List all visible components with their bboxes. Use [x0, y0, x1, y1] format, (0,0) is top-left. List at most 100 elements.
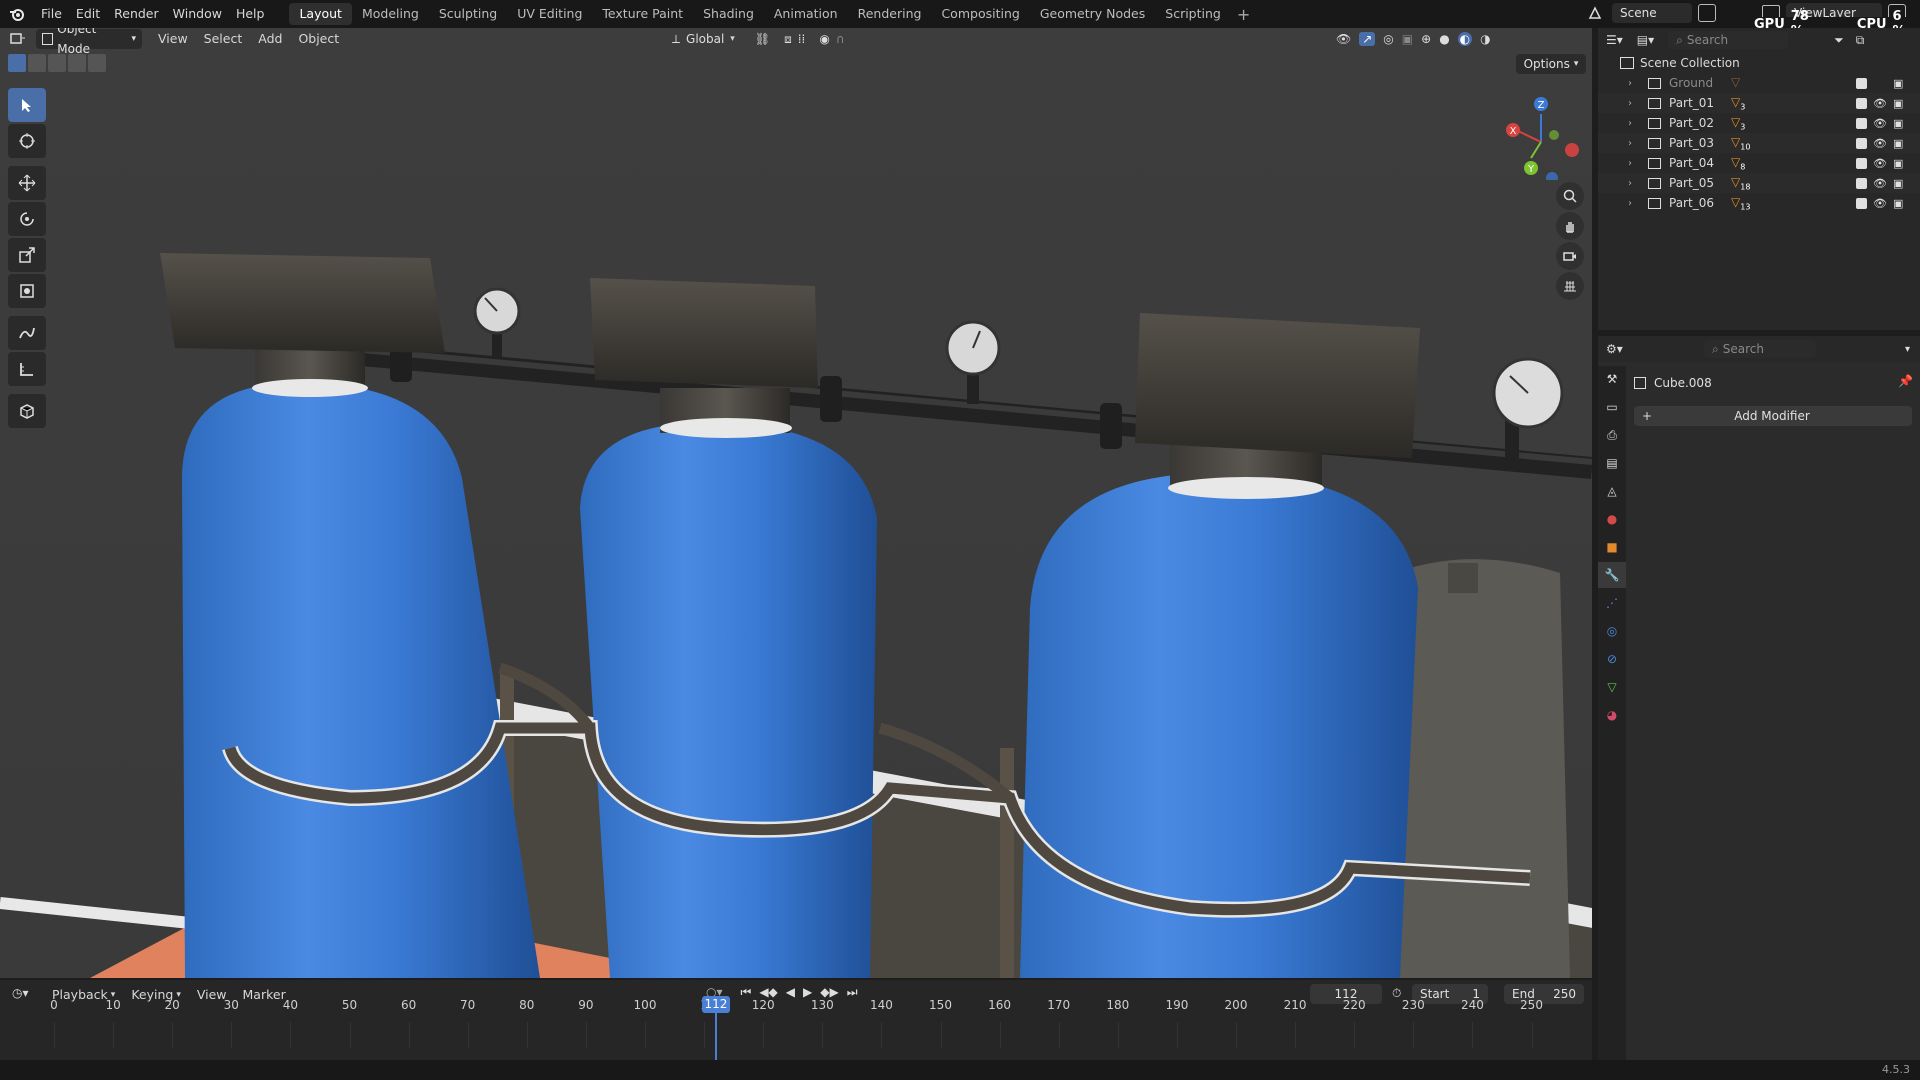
solid-shading-icon[interactable]: ●: [1439, 32, 1449, 46]
tab-sculpting[interactable]: Sculpting: [429, 3, 507, 25]
move-tool-icon[interactable]: [8, 166, 46, 200]
new-collection-icon[interactable]: ⧉: [1856, 33, 1865, 48]
pan-hand-icon[interactable]: [1556, 212, 1584, 240]
menu-help[interactable]: Help: [229, 0, 272, 28]
outliner-item[interactable]: › Part_03 ▽10 👁 ▣: [1598, 133, 1920, 153]
display-mode-icon[interactable]: ▤▾: [1637, 33, 1654, 47]
output-tab-icon[interactable]: ⎙: [1598, 422, 1626, 448]
properties-editor-icon[interactable]: ⚙▾: [1606, 342, 1623, 356]
tab-geometry-nodes[interactable]: Geometry Nodes: [1030, 3, 1155, 25]
filter-icon[interactable]: ⏷: [1834, 33, 1844, 48]
transform-orientation-dropdown[interactable]: Global: [686, 32, 724, 46]
expand-chevron-icon[interactable]: ›: [1628, 78, 1640, 89]
editor-type-icon[interactable]: [0, 28, 36, 50]
select-extend-icon[interactable]: [28, 54, 46, 72]
scene-collection-row[interactable]: Scene Collection: [1598, 53, 1920, 73]
tab-texture-paint[interactable]: Texture Paint: [592, 3, 693, 25]
pin-icon[interactable]: 📌: [1898, 374, 1913, 388]
outliner-search-input[interactable]: ⌕ Search: [1668, 31, 1789, 49]
data-tab-icon[interactable]: ▽: [1598, 674, 1626, 700]
camera-icon[interactable]: ▣: [1893, 77, 1903, 90]
scene-selector[interactable]: Scene: [1612, 3, 1692, 23]
outliner-item[interactable]: › Part_02 ▽3 👁 ▣: [1598, 113, 1920, 133]
menu-edit[interactable]: Edit: [69, 0, 107, 28]
navigation-gizmo[interactable]: Z X Y: [1496, 90, 1586, 180]
select-tool-icon[interactable]: [8, 88, 46, 122]
particles-tab-icon[interactable]: ⋰: [1598, 590, 1626, 616]
physics-tab-icon[interactable]: ◎: [1598, 618, 1626, 644]
scale-tool-icon[interactable]: [8, 238, 46, 272]
rendered-shading-icon[interactable]: ◑: [1480, 32, 1490, 46]
gizmo-neg-x[interactable]: [1565, 143, 1579, 157]
add-workspace-button[interactable]: +: [1231, 5, 1256, 24]
view-layer-tab-icon[interactable]: ▤: [1598, 450, 1626, 476]
outliner-editor-icon[interactable]: ☰▾: [1606, 33, 1623, 47]
exclude-checkbox[interactable]: [1856, 97, 1867, 109]
modifier-tab-icon[interactable]: 🔧: [1598, 562, 1626, 588]
tab-layout[interactable]: Layout: [289, 3, 352, 25]
material-tab-icon[interactable]: ◕: [1598, 702, 1626, 728]
scene-icon[interactable]: [1584, 3, 1606, 23]
menu-window[interactable]: Window: [166, 0, 229, 28]
perspective-toggle-icon[interactable]: [1556, 272, 1584, 300]
visibility-icon[interactable]: 👁: [1336, 32, 1351, 46]
cursor-tool-icon[interactable]: [8, 124, 46, 158]
expand-chevron-icon[interactable]: ›: [1628, 158, 1640, 169]
scene-render[interactable]: [0, 28, 1592, 978]
outliner-item[interactable]: › Part_05 ▽18 👁 ▣: [1598, 173, 1920, 193]
gizmo-neg-y[interactable]: [1549, 130, 1559, 140]
exclude-checkbox[interactable]: [1856, 177, 1867, 189]
properties-search-input[interactable]: ⌕ Search: [1704, 340, 1816, 358]
viewport-menu-select[interactable]: Select: [196, 28, 251, 50]
camera-icon[interactable]: ▣: [1893, 177, 1903, 190]
mode-selector[interactable]: Object Mode ▾: [36, 28, 142, 56]
snap-icon[interactable]: ⧈: [784, 32, 792, 47]
outliner-item[interactable]: › Part_04 ▽8 👁 ▣: [1598, 153, 1920, 173]
snap-target-icon[interactable]: ⁞⁞: [798, 32, 806, 46]
eye-icon[interactable]: 👁: [1873, 137, 1887, 150]
tool-tab-icon[interactable]: ⚒: [1598, 366, 1626, 392]
wireframe-shading-icon[interactable]: ⊕: [1421, 32, 1431, 46]
world-tab-icon[interactable]: ●: [1598, 506, 1626, 532]
camera-icon[interactable]: ▣: [1893, 197, 1903, 210]
expand-chevron-icon[interactable]: ›: [1628, 118, 1640, 129]
add-cube-tool-icon[interactable]: [8, 394, 46, 428]
outliner-item[interactable]: › Part_01 ▽3 👁 ▣: [1598, 93, 1920, 113]
camera-icon[interactable]: ▣: [1893, 117, 1903, 130]
options-dropdown[interactable]: Options ▾: [1516, 54, 1586, 74]
outliner-item[interactable]: › Part_06 ▽13 👁 ▣: [1598, 193, 1920, 213]
add-modifier-button[interactable]: + Add Modifier: [1634, 406, 1912, 426]
tab-compositing[interactable]: Compositing: [931, 3, 1029, 25]
expand-chevron-icon[interactable]: ›: [1628, 178, 1640, 189]
scene-tab-icon[interactable]: ◬: [1598, 478, 1626, 504]
camera-view-icon[interactable]: [1556, 242, 1584, 270]
measure-tool-icon[interactable]: [8, 352, 46, 386]
eye-icon[interactable]: 👁: [1873, 197, 1887, 210]
proportional-edit-icon[interactable]: ◉: [819, 32, 829, 46]
zoom-icon[interactable]: [1556, 182, 1584, 210]
transform-tool-icon[interactable]: [8, 274, 46, 308]
gizmo-neg-z[interactable]: [1546, 172, 1558, 180]
viewport-menu-view[interactable]: View: [150, 28, 196, 50]
camera-icon[interactable]: ▣: [1893, 97, 1903, 110]
tab-modeling[interactable]: Modeling: [352, 3, 429, 25]
rotate-tool-icon[interactable]: [8, 202, 46, 236]
exclude-checkbox[interactable]: [1856, 197, 1867, 209]
chevron-down-icon[interactable]: ▾: [1905, 344, 1910, 355]
menu-render[interactable]: Render: [107, 0, 166, 28]
select-box-icon[interactable]: [8, 54, 26, 72]
xray-icon[interactable]: ▣: [1402, 32, 1413, 46]
viewport-menu-add[interactable]: Add: [250, 28, 290, 50]
expand-chevron-icon[interactable]: ›: [1628, 138, 1640, 149]
expand-chevron-icon[interactable]: ›: [1628, 98, 1640, 109]
object-tab-icon[interactable]: ■: [1598, 534, 1626, 560]
render-tab-icon[interactable]: ▭: [1598, 394, 1626, 420]
tab-shading[interactable]: Shading: [693, 3, 764, 25]
viewport-menu-object[interactable]: Object: [290, 28, 347, 50]
eye-icon[interactable]: 👁: [1873, 157, 1887, 170]
overlay-icon[interactable]: ◎: [1383, 32, 1393, 46]
exclude-checkbox[interactable]: [1856, 77, 1867, 89]
material-shading-icon[interactable]: ◐: [1457, 32, 1473, 46]
eye-icon[interactable]: 👁: [1873, 97, 1887, 110]
exclude-checkbox[interactable]: [1856, 157, 1867, 169]
